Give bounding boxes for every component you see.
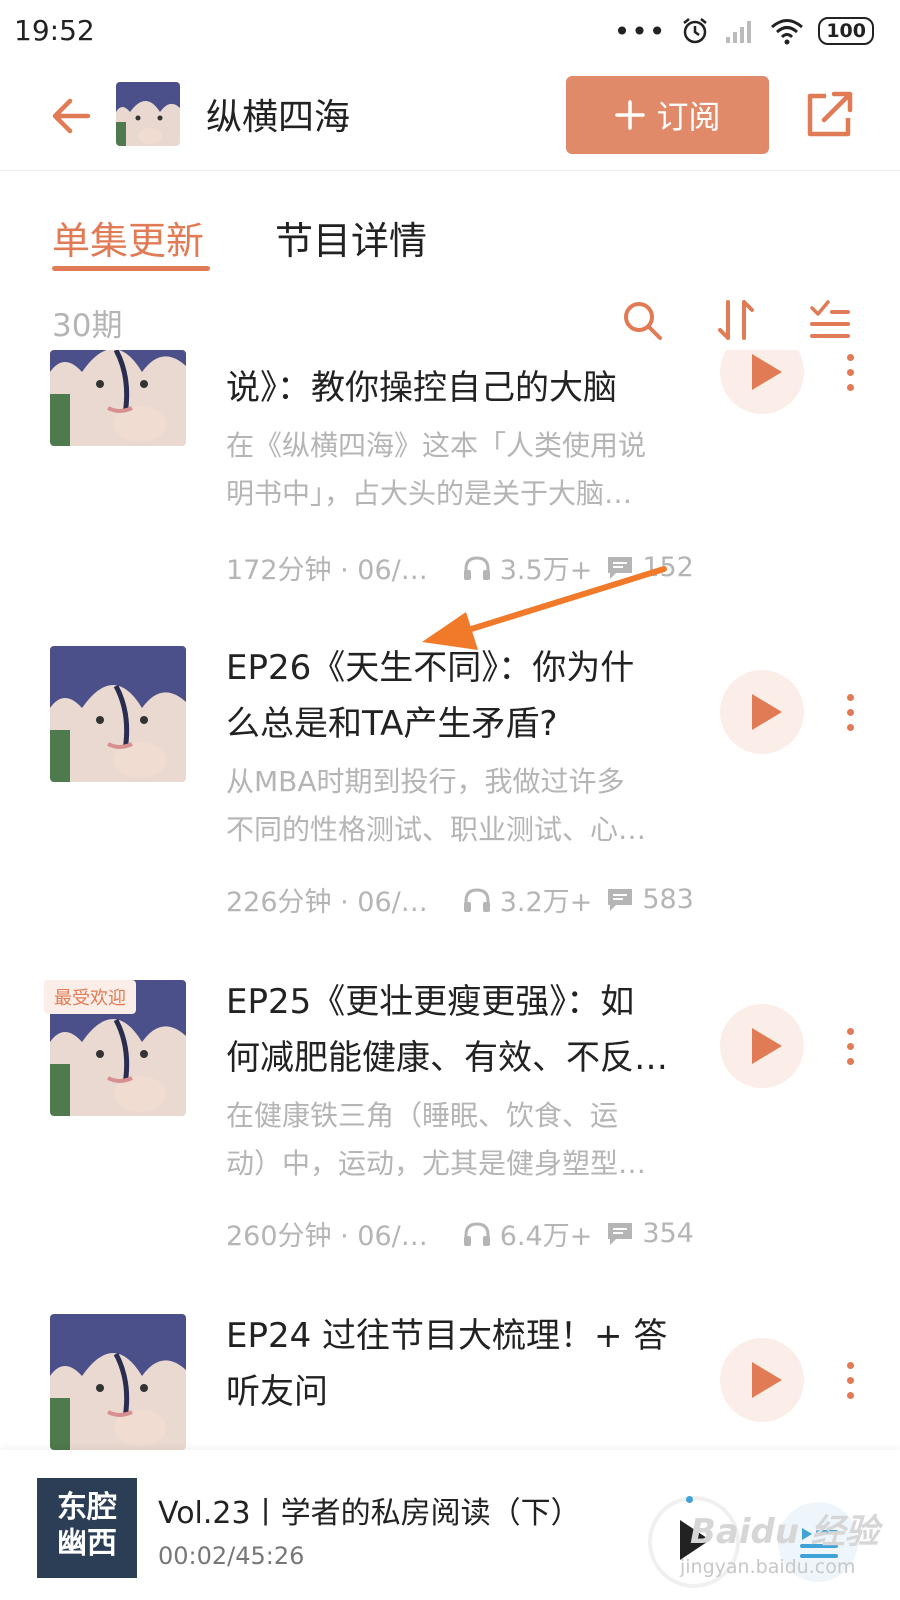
episode-comments: 583 [642, 884, 694, 915]
headphones-icon [463, 887, 490, 912]
episode-plays: 3.2万+ [499, 887, 593, 918]
more-vertical-icon[interactable] [838, 350, 862, 402]
filter-list-icon[interactable] [808, 298, 852, 342]
play-button[interactable] [720, 1004, 804, 1088]
most-popular-badge: 最受欢迎 [44, 980, 136, 1014]
more-vertical-icon[interactable] [838, 1350, 862, 1410]
episode-comments: 354 [642, 1218, 694, 1249]
list-toolbar: 30期 [0, 298, 900, 348]
battery-indicator: 100 [818, 17, 874, 45]
episode-meta: 260分钟 · 06/… 6.4万+ 354 [226, 1214, 696, 1253]
headphones-icon [463, 1221, 490, 1246]
status-time: 19:52 [14, 14, 95, 47]
share-icon[interactable] [800, 84, 860, 144]
episode-count: 30期 [52, 308, 123, 344]
episode-title-line2: 何减肥能健康、有效、不反… [226, 1038, 668, 1078]
more-vertical-icon[interactable] [838, 682, 862, 742]
progress-indicator [686, 1496, 693, 1503]
episode-cover [50, 1314, 186, 1450]
tab-bar: 单集更新 节目详情 [0, 200, 900, 280]
episode-title-line2: 么总是和TA产生矛盾? [226, 704, 558, 744]
episode-item[interactable]: 说》：教你操控自己的大脑 在《纵横四海》这本「人类使用说 明书中」，占大头的是关… [0, 350, 900, 616]
episode-title-line1: EP24 过往节目大梳理！+ 答 [226, 1316, 668, 1356]
more-dots-icon: ••• [613, 14, 667, 48]
tab-active-indicator [52, 266, 210, 271]
tab-episode-updates[interactable]: 单集更新 [52, 210, 204, 265]
episode-comments: 152 [642, 552, 694, 583]
wifi-icon [771, 19, 804, 45]
status-icons: ••• 100 [614, 14, 874, 48]
episode-desc-line2: 不同的性格测试、职业测试、心… [226, 813, 647, 846]
tab-program-details[interactable]: 节目详情 [275, 210, 427, 265]
subscribe-button[interactable]: 订阅 [566, 76, 769, 154]
episode-item[interactable]: 最受欢迎 EP25《更壮更瘦更强》：如 何减肥能健康、有效、不反… 在健康铁三角… [0, 954, 900, 1284]
alarm-icon [683, 18, 708, 44]
episode-title-line2: 听友问 [226, 1372, 328, 1412]
episode-item[interactable]: EP24 过往节目大梳理！+ 答 听友问 [0, 1288, 900, 1450]
episode-desc-line1: 在《纵横四海》这本「人类使用说 [226, 429, 647, 462]
player-time: 00:02/45:26 [158, 1542, 305, 1570]
episode-duration-date: 260分钟 · 06/… [226, 1221, 428, 1252]
episode-title-line1: EP25《更壮更瘦更强》：如 [226, 982, 635, 1022]
play-button[interactable] [720, 350, 804, 414]
episode-duration-date: 226分钟 · 06/… [226, 887, 428, 918]
episode-item[interactable]: EP26《天生不同》：你为什 么总是和TA产生矛盾? 从MBA时期到投行，我做过… [0, 620, 900, 950]
episode-desc-line1: 从MBA时期到投行，我做过许多 [226, 765, 625, 798]
episode-cover [50, 646, 186, 782]
episode-desc-line2: 明书中」，占大头的是关于大脑… [226, 477, 633, 510]
play-button[interactable] [720, 1338, 804, 1422]
comment-icon [608, 1222, 633, 1245]
episode-cover [50, 350, 186, 446]
podcast-title: 纵横四海 [206, 97, 351, 138]
search-icon[interactable] [620, 298, 664, 342]
comment-icon [608, 888, 633, 911]
episode-plays: 3.5万+ [499, 555, 593, 586]
signal-icon [726, 21, 752, 43]
episode-meta: 226分钟 · 06/… 3.2万+ 583 [226, 880, 696, 919]
episode-title-line1: EP26《天生不同》：你为什 [226, 648, 635, 688]
episode-list: 说》：教你操控自己的大脑 在《纵横四海》这本「人类使用说 明书中」，占大头的是关… [0, 350, 900, 1450]
player-cover[interactable]: 东腔 幽西 [37, 1478, 137, 1578]
episode-desc-line2: 动）中，运动，尤其是健身塑型… [226, 1147, 647, 1180]
episode-desc-line1: 在健康铁三角（睡眠、饮食、运 [226, 1099, 619, 1132]
episode-plays: 6.4万+ [499, 1221, 593, 1252]
episode-duration-date: 172分钟 · 06/… [226, 555, 428, 586]
podcast-avatar[interactable] [116, 82, 180, 146]
play-button[interactable] [720, 670, 804, 754]
watermark-brand: Baidu 经验 [690, 1512, 879, 1552]
episode-title: 说》：教你操控自己的大脑 [226, 368, 617, 408]
player-cover-text-line2: 幽西 [57, 1526, 117, 1561]
player-title: Vol.23丨学者的私房阅读（下） [158, 1496, 581, 1531]
headphones-icon [463, 555, 490, 580]
more-vertical-icon[interactable] [838, 1016, 862, 1076]
status-bar: 19:52 ••• 100 [0, 0, 900, 62]
episode-meta: 172分钟 · 06/… 3.5万+ 152 [226, 548, 696, 587]
subscribe-label: 订阅 [656, 98, 721, 136]
sort-icon[interactable] [714, 298, 758, 342]
comment-icon [608, 556, 633, 579]
app-bar: 纵横四海 订阅 [0, 62, 900, 171]
player-cover-text-line1: 东腔 [57, 1490, 117, 1525]
plus-icon [615, 100, 646, 130]
watermark-url: jingyan.baidu.com [680, 1556, 856, 1578]
back-arrow-icon[interactable] [42, 86, 102, 146]
mini-player[interactable]: 东腔 幽西 Vol.23丨学者的私房阅读（下） 00:02/45:26 Baid… [0, 1450, 900, 1600]
